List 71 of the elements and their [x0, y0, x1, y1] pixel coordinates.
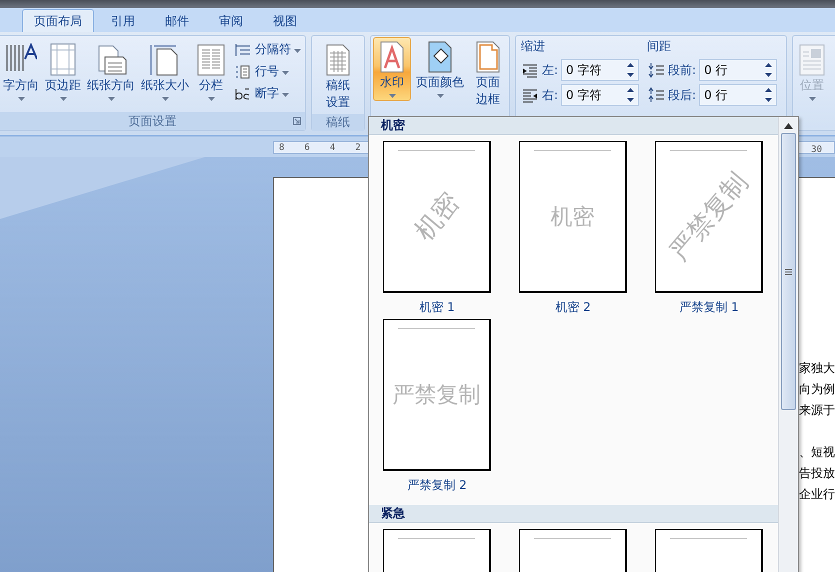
ribbon-button[interactable]: 页边距 — [42, 40, 84, 104]
spinner-field[interactable]: 0 字符 — [561, 84, 640, 106]
document-text: 企业行 — [799, 486, 835, 503]
thumbnail-label: 机密 2 — [555, 299, 591, 316]
thumbnail-label: 机密 1 — [419, 299, 455, 316]
spinner-arrows-icon[interactable] — [765, 88, 772, 102]
scroll-up-icon[interactable] — [784, 123, 793, 129]
spinner-field[interactable]: 0 行 — [699, 84, 778, 106]
caret-icon — [808, 97, 816, 101]
ribbon-tab[interactable]: 邮件 — [152, 10, 202, 32]
thumbnail-label: 严禁复制 1 — [679, 299, 739, 316]
line-numbers-icon — [234, 64, 252, 80]
caret-icon — [294, 49, 301, 53]
ribbon-small-button[interactable]: 断字 — [234, 84, 301, 103]
section-label: 间距 — [647, 38, 672, 55]
ruler-number: 8 — [279, 142, 284, 152]
spinner-field[interactable]: 0 字符 — [561, 59, 640, 81]
ribbon-button[interactable]: 稿纸 设置 — [319, 40, 357, 114]
group-label: 页面设置 — [128, 112, 176, 130]
ribbon-button[interactable]: 页面颜色 — [413, 37, 467, 101]
ruler-number: 6 — [304, 142, 310, 152]
spacing-after-icon — [647, 87, 666, 103]
watermark-text: 机密 — [550, 204, 594, 232]
section-header: 机密 — [369, 117, 778, 135]
ribbon-tab[interactable]: 引用 — [98, 10, 148, 32]
watermark-text: 严禁复制 — [662, 166, 755, 268]
section-label: 缩进 — [521, 38, 546, 55]
scroll-thumb[interactable] — [781, 133, 796, 410]
page-break-icon — [234, 42, 252, 58]
spinner-arrows-icon[interactable] — [627, 88, 634, 102]
document-text: 、短视 — [799, 444, 835, 461]
ribbon-button[interactable]: 字方向 — [0, 40, 42, 104]
columns-icon — [195, 43, 227, 77]
spinner-field[interactable]: 0 行 — [699, 59, 778, 81]
ribbon-button[interactable]: 纸张大小 — [138, 40, 192, 104]
document-text: 告投放 — [799, 465, 835, 482]
ruler-number: 2 — [355, 142, 361, 152]
field-label: 左: — [542, 62, 558, 78]
ribbon-button[interactable]: 纸张方向 — [84, 40, 138, 104]
ribbon-tab[interactable]: 视图 — [260, 10, 310, 32]
field-label: 段后: — [668, 86, 696, 104]
document-text: 家独大 — [799, 360, 835, 377]
indent-right-icon — [521, 87, 539, 103]
caret-icon — [282, 93, 289, 97]
document-text: 向为例 — [799, 381, 835, 398]
ribbon-button[interactable]: 分栏 — [192, 40, 230, 104]
field-label: 段前: — [668, 62, 696, 78]
group-label: 稿纸 — [326, 114, 350, 131]
field-label: 右: — [542, 86, 558, 104]
document-text: 来源于 — [799, 402, 835, 419]
watermark-text: 严禁复制 — [392, 382, 480, 410]
ribbon-tab[interactable]: 页面布局 — [22, 9, 94, 32]
thumbnail-label: 严禁复制 2 — [407, 477, 467, 494]
ribbon-tab[interactable]: 审阅 — [206, 10, 256, 32]
spacing-before-icon — [647, 62, 666, 78]
section-header: 紧急 — [369, 505, 778, 523]
ribbon-small-button[interactable]: 行号 — [234, 62, 301, 81]
ribbon-button[interactable]: 水印 — [373, 37, 411, 101]
scrollbar[interactable] — [778, 117, 798, 572]
grip-icon — [785, 268, 792, 274]
indent-left-icon — [521, 62, 539, 78]
caret-icon — [282, 71, 289, 75]
spinner-arrows-icon[interactable] — [627, 63, 634, 77]
spinner-arrows-icon[interactable] — [765, 63, 772, 77]
watermark-text: 机密 — [408, 186, 466, 248]
ruler-number: 30 — [811, 144, 822, 154]
hyphenation-icon — [234, 86, 252, 102]
dialog-launcher-icon[interactable] — [293, 117, 301, 125]
ruler-number: 4 — [330, 142, 336, 152]
ribbon-button[interactable]: 页面 边框 — [469, 37, 507, 111]
ribbon-small-button[interactable]: 分隔符 — [234, 40, 301, 59]
